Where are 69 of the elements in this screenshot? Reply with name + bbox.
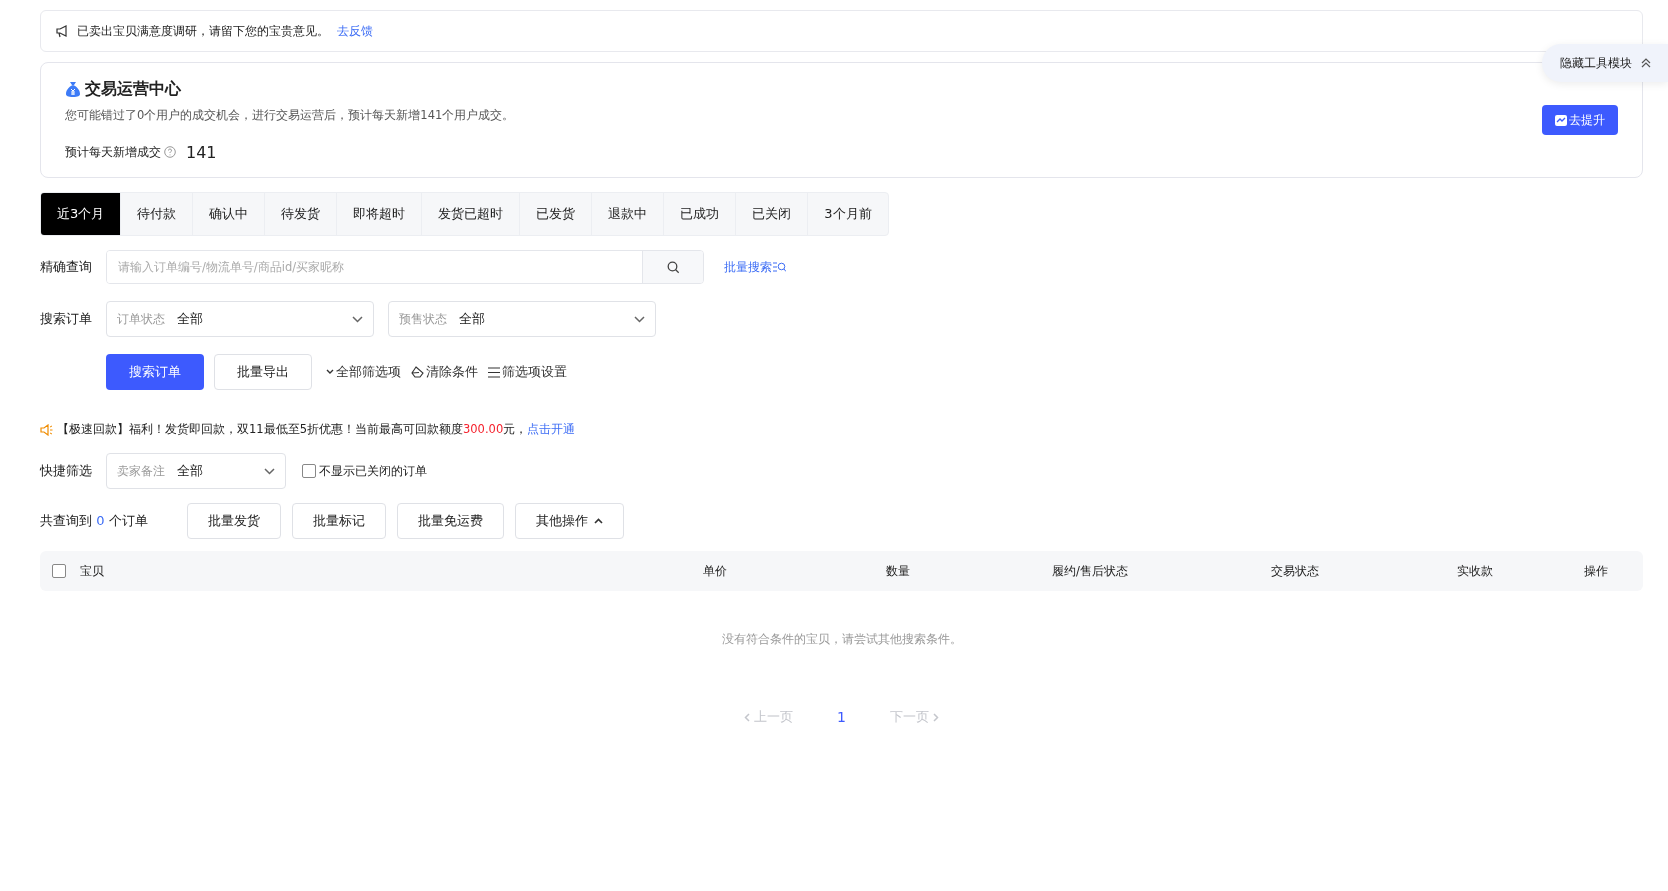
export-button[interactable]: 批量导出 [214,354,312,390]
column-header: 宝贝 [80,563,105,579]
status-tab[interactable]: 已成功 [664,193,737,235]
bulk-action-button[interactable]: 批量标记 [292,503,386,539]
eraser-icon [411,366,424,378]
chevron-right-icon [932,712,939,722]
megaphone-icon [55,24,69,38]
chevron-down-icon [326,369,334,375]
batch-search-link[interactable]: 批量搜索 [724,259,786,275]
checkbox[interactable] [302,464,316,478]
status-tab[interactable]: 已关闭 [736,193,809,235]
hide-tools-button[interactable]: 隐藏工具模块 [1542,44,1668,82]
search-orders-button[interactable]: 搜索订单 [106,354,204,390]
result-count: 共查询到 0 个订单 [40,512,149,530]
chevron-down-icon [634,315,645,323]
chevron-down-icon [264,467,275,475]
metric-value: 141 [186,142,217,162]
more-actions-button[interactable]: 其他操作 [515,503,624,539]
page-number[interactable]: 1 [819,709,864,725]
double-chevron-up-icon [1640,57,1652,69]
promo-text: 【极速回款】福利！发货即回款，双11最低至5折优惠！当前最高可回款额度300.00元，点击开通 [40,422,1643,437]
feedback-link[interactable]: 去反馈 [337,22,373,40]
status-tab[interactable]: 待付款 [121,193,194,235]
column-header: 单价 [702,563,728,579]
card-title: 交易运营中心 [85,78,181,100]
status-tab[interactable]: 即将超时 [337,193,423,235]
search-button[interactable] [642,251,703,283]
chevron-down-icon [352,315,363,323]
status-tab[interactable]: 发货已超时 [422,193,521,235]
status-tab[interactable]: 退款中 [592,193,665,235]
notice-text: 已卖出宝贝满意度调研，请留下您的宝贵意见。 [77,22,329,40]
filter-action-link[interactable]: 筛选项设置 [488,363,567,381]
chevron-left-icon [744,712,751,722]
bulk-action-button[interactable]: 批量免运费 [397,503,504,539]
status-tab[interactable]: 已发货 [520,193,593,235]
status-select[interactable]: 预售状态 全部 [388,301,656,337]
status-tab[interactable]: 确认中 [193,193,266,235]
remark-select[interactable]: 卖家备注 全部 [106,453,286,489]
speaker-icon [40,423,53,436]
column-header: 数量 [884,563,911,579]
metric-label: 预计每天新增成交 [65,143,161,161]
column-header: 交易状态 [1270,563,1320,579]
money-bag-icon [65,80,81,98]
search-icon [666,260,680,274]
checkbox-label: 不显示已关闭的订单 [319,462,427,480]
filter-action-link[interactable]: 全部筛选项 [326,363,401,381]
quick-filter-label: 快捷筛选 [40,462,93,480]
status-tab[interactable]: 待发货 [265,193,338,235]
column-header: 操作 [1583,563,1609,579]
card-description: 您可能错过了0个用户的成交机会，进行交易运营后，预计每天新增141个用户成交。 [65,107,515,123]
search-label: 精确查询 [40,258,93,276]
activate-link[interactable]: 点击开通 [527,422,576,436]
select-all-checkbox[interactable] [52,564,66,578]
help-icon [164,146,176,158]
column-header: 履约/售后状态 [1051,563,1129,579]
search-field[interactable]: 请输入订单编号/物流单号/商品id/买家昵称 [106,250,704,284]
list-icon [488,366,500,378]
bulk-action-button[interactable]: 批量发货 [187,503,281,539]
status-tab[interactable]: 3个月前 [808,193,888,235]
column-header: 实收款 [1456,563,1494,579]
filter-label: 搜索订单 [40,310,92,328]
improve-button[interactable]: 去提升 [1542,105,1618,135]
filter-action-link[interactable]: 清除条件 [411,363,478,381]
status-select[interactable]: 订单状态 全部 [106,301,374,337]
chart-icon [1555,114,1567,126]
list-search-icon [773,261,786,273]
status-tab[interactable]: 近3个月 [41,193,122,235]
empty-message: 没有符合条件的宝贝，请尝试其他搜索条件。 [720,632,963,647]
caret-up-icon [594,518,603,524]
